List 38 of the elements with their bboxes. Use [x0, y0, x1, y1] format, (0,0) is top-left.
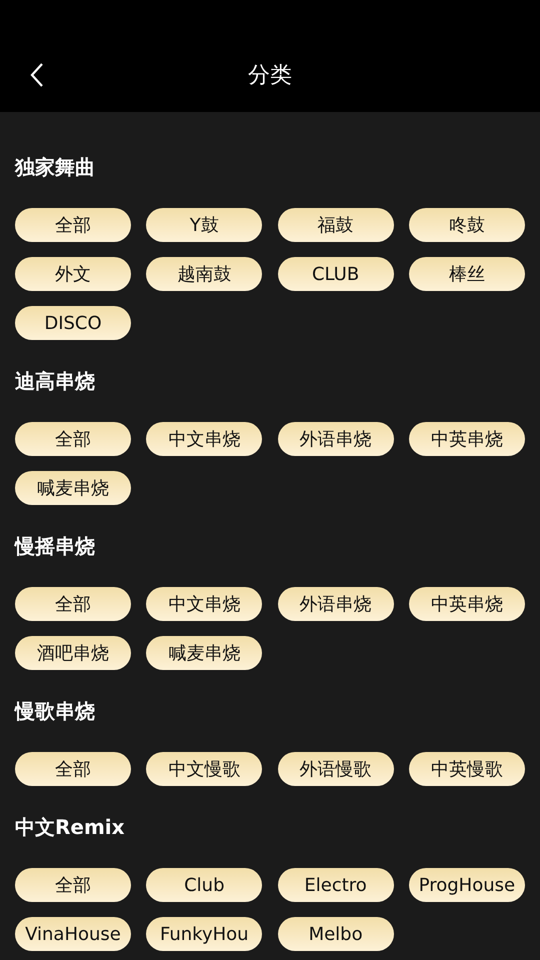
category-tag[interactable]: 全部 [15, 208, 131, 242]
category-tag[interactable]: VinaHouse [15, 917, 131, 951]
page-title: 分类 [248, 62, 292, 90]
category-tag[interactable]: Club [146, 868, 262, 902]
category-tag[interactable]: 喊麦串烧 [15, 471, 131, 505]
back-icon [30, 62, 44, 88]
category-tag[interactable]: 喊麦串烧 [146, 636, 262, 670]
category-tag[interactable]: Y鼓 [146, 208, 262, 242]
category-tag[interactable]: 全部 [15, 587, 131, 621]
category-tag[interactable]: 外语慢歌 [278, 752, 394, 786]
category-tag[interactable]: 外语串烧 [278, 422, 394, 456]
category-tag[interactable]: 咚鼓 [408, 208, 525, 242]
category-tag[interactable]: DISCO [15, 306, 131, 340]
section-title: 中文Remix [15, 814, 125, 841]
category-tag[interactable]: 酒吧串烧 [15, 636, 131, 670]
category-tag[interactable]: 中英串烧 [408, 422, 525, 456]
section-title: 独家舞曲 [15, 154, 95, 181]
category-tag[interactable]: 中文串烧 [146, 422, 262, 456]
category-tag[interactable]: Melbo [278, 917, 394, 951]
section-title: 慢摇串烧 [15, 533, 95, 560]
category-tag[interactable]: FunkyHou [146, 917, 262, 951]
category-tag[interactable]: 越南鼓 [146, 257, 262, 291]
category-tag[interactable]: 外语串烧 [278, 587, 394, 621]
category-tag[interactable]: 外文 [15, 257, 131, 291]
category-tag[interactable]: 中文串烧 [146, 587, 262, 621]
category-tag[interactable]: 福鼓 [278, 208, 394, 242]
category-tag[interactable]: Electro [278, 868, 394, 902]
section-title: 慢歌串烧 [15, 698, 95, 725]
category-tag[interactable]: 中英串烧 [408, 587, 525, 621]
category-tag[interactable]: 全部 [15, 868, 131, 902]
category-tag[interactable]: 中文慢歌 [146, 752, 262, 786]
section-title: 迪高串烧 [15, 368, 95, 395]
category-tag[interactable]: 全部 [15, 752, 131, 786]
category-tag[interactable]: 中英慢歌 [408, 752, 525, 786]
category-tag[interactable]: 棒丝 [408, 257, 525, 291]
category-tag[interactable]: 全部 [15, 422, 131, 456]
category-tag[interactable]: ProgHouse [408, 868, 525, 902]
category-tag[interactable]: CLUB [278, 257, 394, 291]
